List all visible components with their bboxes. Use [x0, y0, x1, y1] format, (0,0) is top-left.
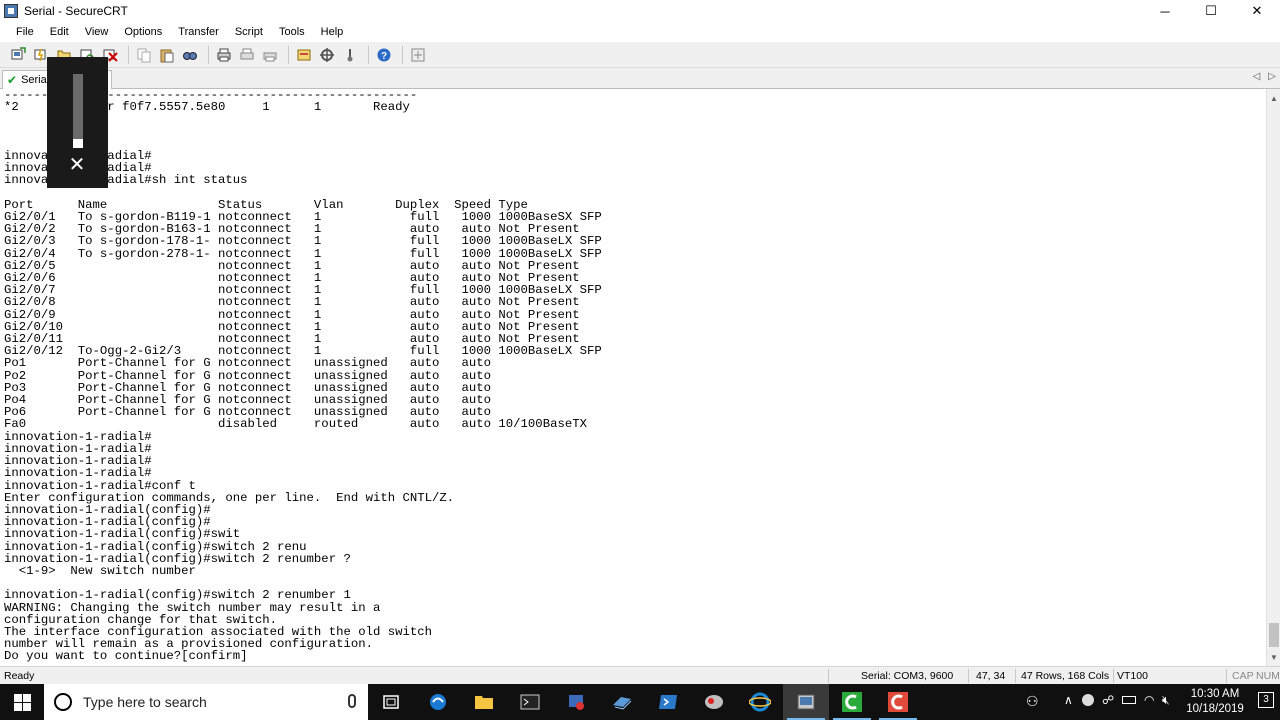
- status-divider: [1015, 669, 1016, 683]
- menu-view[interactable]: View: [77, 26, 117, 38]
- paste-icon[interactable]: [157, 46, 177, 64]
- minimize-button[interactable]: ─: [1142, 0, 1188, 22]
- status-num: NUM: [1256, 670, 1280, 682]
- file-explorer-icon[interactable]: [461, 684, 507, 720]
- status-bar: Ready Serial: COM3, 9600 47, 34 47 Rows,…: [0, 666, 1280, 684]
- level-bar: [73, 74, 83, 148]
- status-connection: Serial: COM3, 9600: [861, 670, 954, 682]
- title-bar: Serial - SecureCRT ─ ☐ ✕: [0, 0, 1280, 22]
- network-tool-icon[interactable]: [599, 684, 645, 720]
- keymap-icon[interactable]: [408, 46, 428, 64]
- session-options-icon[interactable]: [294, 46, 314, 64]
- powershell-icon[interactable]: [645, 684, 691, 720]
- session-tab-bar: ✔ Serial ◁ ▷: [0, 68, 1280, 89]
- snipping-icon[interactable]: [691, 684, 737, 720]
- status-cursor: 47, 34: [976, 670, 1006, 682]
- toolbar-separator: [288, 45, 289, 64]
- scroll-up-icon[interactable]: ▲: [1267, 91, 1280, 105]
- tab-scroll-left-icon[interactable]: ◁: [1253, 71, 1261, 82]
- edge-icon[interactable]: [415, 684, 461, 720]
- network-icon[interactable]: ☍: [1102, 693, 1114, 707]
- connect-icon[interactable]: [8, 46, 28, 64]
- maximize-button[interactable]: ☐: [1188, 0, 1234, 22]
- print-selection-icon[interactable]: [237, 46, 257, 64]
- taskbar: Type here to search ⚇ ∧ ☍ ◠ 🔇︎ 10:30 AM …: [0, 684, 1280, 720]
- clock-date: 10/18/2019: [1186, 703, 1244, 715]
- action-center-icon[interactable]: 3: [1258, 692, 1274, 708]
- taskbar-search-box[interactable]: Type here to search: [44, 684, 368, 720]
- toolbar: ?: [0, 42, 1280, 68]
- connected-check-icon: ✔: [7, 73, 18, 87]
- battery-icon[interactable]: [1122, 696, 1136, 704]
- status-size: 47 Rows, 168 Cols: [1021, 670, 1110, 682]
- wifi-icon[interactable]: ◠: [1144, 693, 1154, 707]
- status-divider: [968, 669, 969, 683]
- clock-time: 10:30 AM: [1190, 688, 1240, 700]
- status-caps: CAP: [1232, 670, 1254, 682]
- terminal-icon[interactable]: [507, 684, 553, 720]
- red-app-icon[interactable]: [875, 684, 921, 720]
- onedrive-icon[interactable]: [1082, 694, 1094, 706]
- window-title: Serial - SecureCRT: [24, 4, 128, 18]
- tab-label: Serial: [21, 74, 50, 86]
- status-ready: Ready: [4, 670, 35, 682]
- menu-help[interactable]: Help: [313, 26, 352, 38]
- menu-tools[interactable]: Tools: [271, 26, 313, 38]
- menu-options[interactable]: Options: [116, 26, 170, 38]
- volume-muted-icon[interactable]: 🔇︎: [1162, 693, 1170, 708]
- toolbar-separator: [368, 45, 369, 64]
- ie-icon[interactable]: [737, 684, 783, 720]
- overlay-close-icon[interactable]: ✕: [67, 155, 87, 175]
- green-app-icon[interactable]: [829, 684, 875, 720]
- tab-navigation: ◁ ▷: [1253, 71, 1276, 82]
- cortana-icon: [54, 693, 72, 711]
- find-icon[interactable]: [180, 46, 200, 64]
- print-setup-icon[interactable]: [260, 46, 280, 64]
- menu-edit[interactable]: Edit: [42, 26, 77, 38]
- terminal-output[interactable]: ----------------------------------------…: [0, 89, 1266, 666]
- level-bar-fill: [73, 139, 83, 148]
- status-emulation: VT100: [1117, 670, 1148, 682]
- sftp-icon[interactable]: [340, 46, 360, 64]
- microphone-icon[interactable]: [348, 694, 356, 708]
- taskbar-clock[interactable]: 10:30 AM 10/18/2019: [1180, 687, 1250, 717]
- scroll-down-icon[interactable]: ▼: [1267, 650, 1280, 664]
- toolbar-separator: [208, 45, 209, 64]
- scrollbar-thumb[interactable]: [1269, 623, 1279, 647]
- securecrt-app-icon: [4, 4, 18, 18]
- toolbar-separator: [402, 45, 403, 64]
- help-icon[interactable]: ?: [374, 46, 394, 64]
- window-controls: ─ ☐ ✕: [1142, 0, 1280, 22]
- print-icon[interactable]: [214, 46, 234, 64]
- menu-bar: File Edit View Options Transfer Script T…: [0, 22, 1280, 42]
- tab-scroll-right-icon[interactable]: ▷: [1268, 71, 1276, 82]
- status-divider: [828, 669, 829, 683]
- toolbar-separator: [128, 45, 129, 64]
- menu-file[interactable]: File: [8, 26, 42, 38]
- close-button[interactable]: ✕: [1234, 0, 1280, 22]
- system-tray: ⚇ ∧ ☍ ◠ 🔇︎ 10:30 AM 10/18/2019 3: [1010, 684, 1280, 720]
- copy-icon[interactable]: [134, 46, 154, 64]
- people-icon[interactable]: ⚇: [1026, 693, 1039, 710]
- windows-logo-icon: [13, 693, 31, 711]
- terminal-scrollbar[interactable]: ▲ ▼: [1266, 89, 1280, 666]
- vpn-icon[interactable]: [553, 684, 599, 720]
- level-overlay: ✕: [47, 57, 108, 188]
- menu-script[interactable]: Script: [227, 26, 271, 38]
- global-options-icon[interactable]: [317, 46, 337, 64]
- svg-text:?: ?: [381, 51, 387, 62]
- search-placeholder: Type here to search: [83, 694, 207, 710]
- securecrt-icon[interactable]: [783, 684, 829, 720]
- start-button[interactable]: [0, 684, 44, 720]
- show-hidden-icons[interactable]: ∧: [1064, 693, 1073, 707]
- terminal-text: ----------------------------------------…: [4, 89, 602, 664]
- status-divider: [1226, 669, 1227, 683]
- menu-transfer[interactable]: Transfer: [170, 26, 227, 38]
- task-view-icon[interactable]: [368, 684, 414, 720]
- status-divider: [1113, 669, 1114, 683]
